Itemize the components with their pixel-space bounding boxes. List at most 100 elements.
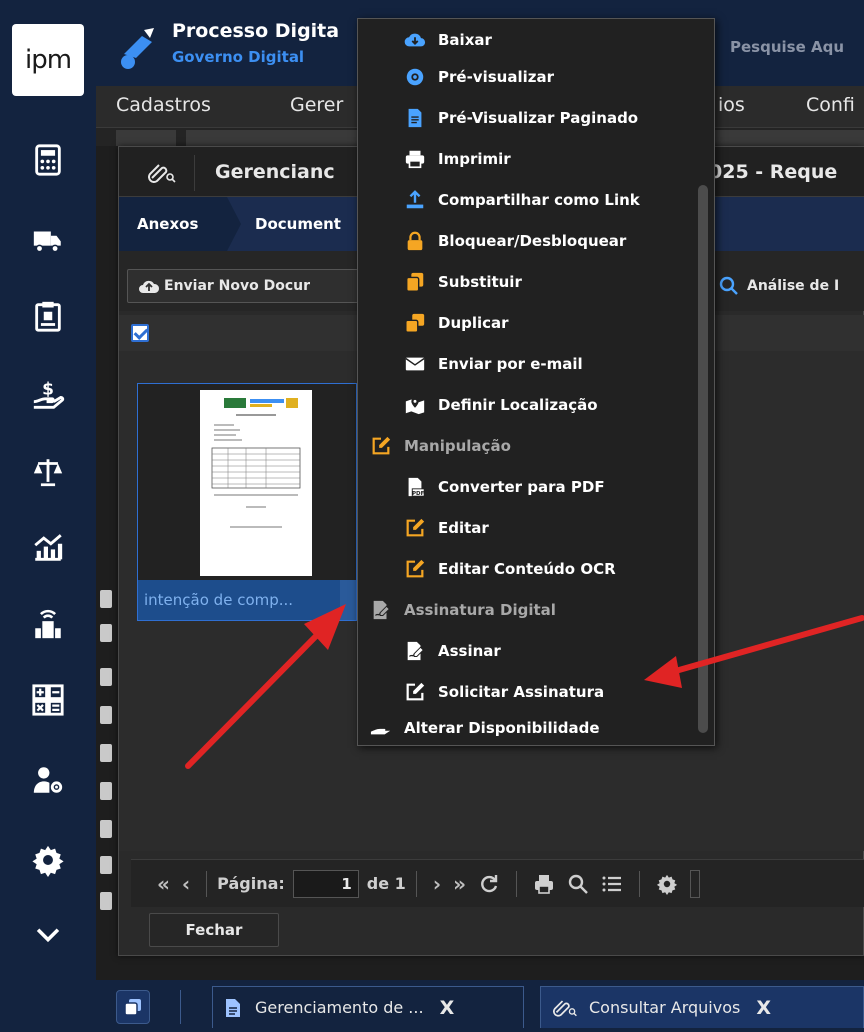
page-size-select[interactable]	[689, 869, 700, 898]
menu-item-label: Editar	[438, 518, 489, 537]
dialog-title: Gerencianc	[215, 161, 335, 183]
share-upload-icon	[402, 189, 428, 211]
analise-button[interactable]: Análise de I	[717, 269, 864, 303]
truck-icon[interactable]	[24, 216, 72, 264]
hand-money-icon[interactable]: $	[24, 372, 72, 420]
menu-item-alterar-disponibilidade[interactable]: Alterar Disponibilidade	[358, 707, 698, 748]
background-row-checkbox	[100, 892, 112, 910]
chevron-down-icon[interactable]	[24, 910, 72, 958]
menu-item-pre-visualizar-paginado[interactable]: Pré-Visualizar Paginado	[358, 97, 698, 138]
next-page-icon[interactable]: ›	[433, 872, 441, 896]
last-page-icon[interactable]: »	[453, 872, 466, 896]
refresh-icon[interactable]	[478, 873, 500, 895]
tab-anexos[interactable]: Anexos	[119, 197, 241, 251]
menu-item-definir-localizacao[interactable]: Definir Localização	[358, 384, 698, 425]
document-caption[interactable]: intenção de comp...	[138, 580, 356, 620]
menu-item-duplicar[interactable]: Duplicar	[358, 302, 698, 343]
map-pin-icon	[402, 394, 428, 416]
menu-item-pre-visualizar[interactable]: Pré-visualizar	[358, 56, 698, 97]
divider	[638, 870, 640, 897]
menu-configuracoes[interactable]: Confi	[806, 94, 855, 116]
menu-item-editar-ocr[interactable]: Editar Conteúdo OCR	[358, 548, 698, 589]
attachment-search-icon	[131, 155, 195, 191]
tab-anexos-label: Anexos	[137, 215, 199, 233]
calculator-icon[interactable]	[24, 136, 72, 184]
first-page-icon[interactable]: «	[157, 872, 170, 896]
analise-button-label: Análise de I	[747, 278, 840, 294]
svg-text:PDF: PDF	[412, 490, 425, 496]
lock-icon	[402, 230, 428, 252]
clipboard-icon[interactable]	[24, 292, 72, 340]
printer-icon[interactable]	[533, 873, 555, 895]
menu-item-label: Compartilhar como Link	[438, 190, 640, 209]
taskbar-tab-label: Consultar Arquivos	[589, 998, 741, 1017]
gear-icon[interactable]	[24, 836, 72, 884]
menu-item-label: Definir Localização	[438, 395, 598, 414]
menu-item-label: Pré-visualizar	[438, 67, 554, 86]
menu-item-label: Substituir	[438, 272, 522, 291]
list-icon[interactable]	[601, 873, 623, 895]
document-name: intenção de comp...	[144, 591, 294, 609]
svg-text:$: $	[42, 380, 54, 400]
taskbar-tab-consultar-arquivos[interactable]: Consultar Arquivos X	[540, 986, 864, 1028]
user-settings-icon[interactable]	[24, 756, 72, 804]
background-tab	[186, 130, 366, 146]
background-row-checkbox	[100, 590, 112, 608]
document-card[interactable]: intenção de comp...	[137, 383, 357, 621]
chart-growth-icon[interactable]	[24, 524, 72, 572]
left-navigation-bar: ipm $	[0, 0, 96, 1032]
menu-item-bloquear[interactable]: Bloquear/Desbloquear	[358, 220, 698, 261]
search-icon	[719, 276, 738, 295]
menu-item-imprimir[interactable]: Imprimir	[358, 138, 698, 179]
edit-icon	[402, 517, 428, 539]
upload-button-label: Enviar Novo Docur	[164, 278, 311, 294]
menu-item-compartilhar-link[interactable]: Compartilhar como Link	[358, 179, 698, 220]
divider	[206, 870, 208, 897]
menu-group-label: Manipulação	[404, 436, 511, 455]
select-all-checkbox[interactable]	[131, 324, 149, 342]
background-tab	[116, 130, 176, 146]
eye-icon	[402, 66, 428, 88]
search-input[interactable]: Pesquise Aqu	[730, 38, 844, 56]
ipm-logo[interactable]: ipm	[12, 24, 84, 96]
signature-icon	[368, 599, 394, 621]
close-icon[interactable]: X	[756, 997, 771, 1019]
menu-item-assinar[interactable]: Assinar	[358, 630, 698, 671]
menu-relatorios[interactable]: ios	[718, 94, 745, 116]
taskbar-tab-gerenciamento[interactable]: Gerenciamento de ... X	[212, 986, 524, 1028]
context-menu-scrollbar[interactable]	[698, 185, 708, 733]
menu-item-label: Assinar	[438, 641, 501, 660]
search-icon[interactable]	[567, 873, 589, 895]
taskbar-tab-label: Gerenciamento de ...	[255, 998, 424, 1017]
app-title: Processo Digita	[172, 20, 340, 42]
envelope-icon	[402, 353, 428, 375]
scales-icon[interactable]	[24, 448, 72, 496]
page-number-input[interactable]: 1	[292, 869, 359, 898]
building-wifi-icon[interactable]	[24, 600, 72, 648]
menu-item-label: Solicitar Assinatura	[438, 682, 605, 701]
document-menu-trigger[interactable]	[340, 580, 356, 620]
windows-switcher-button[interactable]	[116, 990, 150, 1024]
duplicate-icon	[402, 312, 428, 334]
menu-cadastros[interactable]: Cadastros	[116, 94, 211, 116]
copy-icon	[402, 271, 428, 293]
divider	[515, 870, 517, 897]
document-icon	[226, 998, 240, 1017]
menu-item-baixar[interactable]: Baixar	[358, 19, 698, 60]
upload-new-document-button[interactable]: Enviar Novo Docur	[127, 269, 367, 303]
printer-icon	[402, 148, 428, 170]
close-icon[interactable]: X	[440, 997, 455, 1019]
window-taskbar: Gerenciamento de ... X Consultar Arquivo…	[96, 980, 864, 1032]
menu-item-editar[interactable]: Editar	[358, 507, 698, 548]
menu-item-substituir[interactable]: Substituir	[358, 261, 698, 302]
close-button[interactable]: Fechar	[149, 913, 279, 947]
menu-gerenciamento[interactable]: Gerer	[290, 94, 343, 116]
menu-item-solicitar-assinatura[interactable]: Solicitar Assinatura	[358, 671, 698, 712]
menu-item-label: Duplicar	[438, 313, 509, 332]
edit-icon	[402, 558, 428, 580]
gear-icon[interactable]	[656, 873, 678, 895]
math-ops-icon[interactable]	[24, 676, 72, 724]
previous-page-icon[interactable]: ‹	[182, 872, 190, 896]
menu-item-converter-pdf[interactable]: PDF Converter para PDF	[358, 466, 698, 507]
menu-item-enviar-email[interactable]: Enviar por e-mail	[358, 343, 698, 384]
